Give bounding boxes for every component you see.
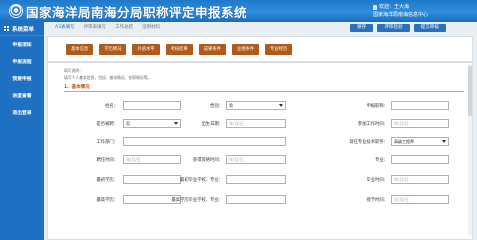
sidebar-item-logout[interactable]: 退出登录	[0, 104, 44, 121]
user-org: 国家海洋局南海信息中心	[373, 12, 429, 18]
top-buttons: 保存 评审检验 提交审核	[350, 24, 446, 32]
tab-evidence[interactable]: 证明材料	[142, 24, 160, 30]
user-icon	[373, 4, 377, 10]
gender-value: 男	[229, 103, 233, 108]
current-title-value: 高级工程师	[394, 139, 414, 144]
obtain-time-label: 获得资格时间：	[192, 158, 223, 163]
user-info: 欢迎：王大海 国家海洋局南海信息中心	[373, 3, 428, 19]
chevron-down-icon	[442, 140, 446, 143]
section-title: 1、基本情况	[64, 84, 464, 92]
tab-review-form[interactable]: 评审表填写	[83, 24, 106, 30]
birth-label: 出生日期：	[201, 122, 223, 127]
highest-grad-label: 最高学历毕业学校、专业：	[171, 198, 223, 203]
work-start-input[interactable]: 年/月/日	[391, 119, 449, 128]
sidebar-item-process[interactable]: 申报流程	[0, 53, 44, 70]
tab-work-summary[interactable]: 工作总结	[115, 24, 133, 30]
cadre-value: 否	[126, 121, 130, 126]
performance-button[interactable]: 业绩条件	[231, 44, 260, 55]
sidebar-item-guide[interactable]: 申报须知	[0, 36, 44, 53]
highest-grad-input[interactable]	[226, 195, 286, 204]
award-time-label: 授予时间：	[366, 198, 388, 203]
assessment-button[interactable]: 考核结果	[165, 44, 193, 55]
instructions-title: 填写说明：	[64, 68, 83, 73]
instructions: 填写说明： 填写个人基本信息，包括：基本情况、任职情况等。	[64, 67, 151, 81]
grad-time-input[interactable]: 年/月/日	[391, 175, 449, 184]
sidebar-item-progress[interactable]: 进度查看	[0, 87, 44, 104]
education-button[interactable]: 学历情况	[99, 44, 127, 55]
work-unit-label: 工作部门：	[96, 140, 118, 145]
first-grad-label: 最初毕业学校、专业：	[180, 178, 223, 183]
current-title-label: 现任专业技术职务：	[349, 140, 388, 145]
hire-time-label: 聘任时间：	[96, 158, 118, 163]
major-input[interactable]	[391, 155, 449, 164]
basic-info-button[interactable]: 基本信息	[66, 44, 94, 55]
save-button[interactable]: 保存	[350, 24, 374, 32]
scrollbar-thumb[interactable]	[468, 66, 472, 116]
obtain-time-input[interactable]: 年/月/日	[226, 155, 286, 164]
title-level-label: 申报职称：	[366, 104, 388, 109]
sidebar-title: 系统菜单	[12, 26, 35, 33]
achievement-button[interactable]: 成果条件	[198, 44, 226, 55]
birth-date-input[interactable]: 年/月/日	[226, 119, 286, 128]
instructions-text: 填写个人基本信息，包括：基本情况、任职情况等。	[64, 75, 152, 80]
check-button[interactable]: 评审检验	[377, 24, 410, 32]
menu-grid-icon	[4, 26, 9, 31]
language-button[interactable]: 外语水平	[132, 44, 160, 55]
chevron-down-icon	[279, 104, 283, 107]
app-header: 国家海洋局南海分局职称评定申报系统 欢迎：王大海 国家海洋局南海信息中心	[0, 0, 477, 22]
gender-label: 性别：	[210, 104, 223, 109]
gender-select[interactable]: 男	[226, 101, 286, 110]
welcome-text: 欢迎：王大海	[379, 4, 410, 10]
form-tabs: A3表填写 评审表填写 工作总结 证明材料	[55, 24, 160, 30]
cadre-label: 是否被聘：	[96, 122, 118, 127]
title-level-input[interactable]	[391, 101, 449, 110]
section-toolbar: 基本信息 学历情况 外语水平 考核结果 成果条件 业绩条件 专业经历	[47, 36, 473, 62]
logo-icon	[9, 4, 23, 18]
form-panel: 填写说明： 填写个人基本信息，包括：基本情况、任职情况等。 1、基本情况 姓名：…	[47, 62, 473, 240]
name-label: 姓名：	[105, 104, 118, 109]
sidebar-item-apply[interactable]: 我要申报	[0, 70, 44, 87]
tab-a3[interactable]: A3表填写	[55, 24, 74, 30]
highest-degree-label: 最高学历：	[96, 198, 118, 203]
major-label: 专业：	[375, 158, 388, 163]
sidebar: 系统菜单 申报须知 申报流程 我要申报 进度查看 退出登录	[0, 22, 44, 240]
vertical-scrollbar[interactable]	[468, 64, 472, 236]
work-start-label: 参加工作时间：	[357, 122, 388, 127]
experience-button[interactable]: 专业经历	[265, 44, 293, 55]
work-unit-input[interactable]	[123, 137, 286, 146]
submit-button[interactable]: 提交审核	[413, 24, 446, 32]
first-degree-label: 最初学历：	[96, 178, 118, 183]
first-grad-input[interactable]	[226, 175, 286, 184]
grad-time-label: 毕业时间：	[366, 178, 388, 183]
current-title-select[interactable]: 高级工程师	[391, 137, 449, 146]
sidebar-header: 系统菜单	[0, 22, 44, 36]
award-time-input[interactable]: 年/月/日	[391, 195, 449, 204]
app-title: 国家海洋局南海分局职称评定申报系统	[26, 5, 248, 20]
